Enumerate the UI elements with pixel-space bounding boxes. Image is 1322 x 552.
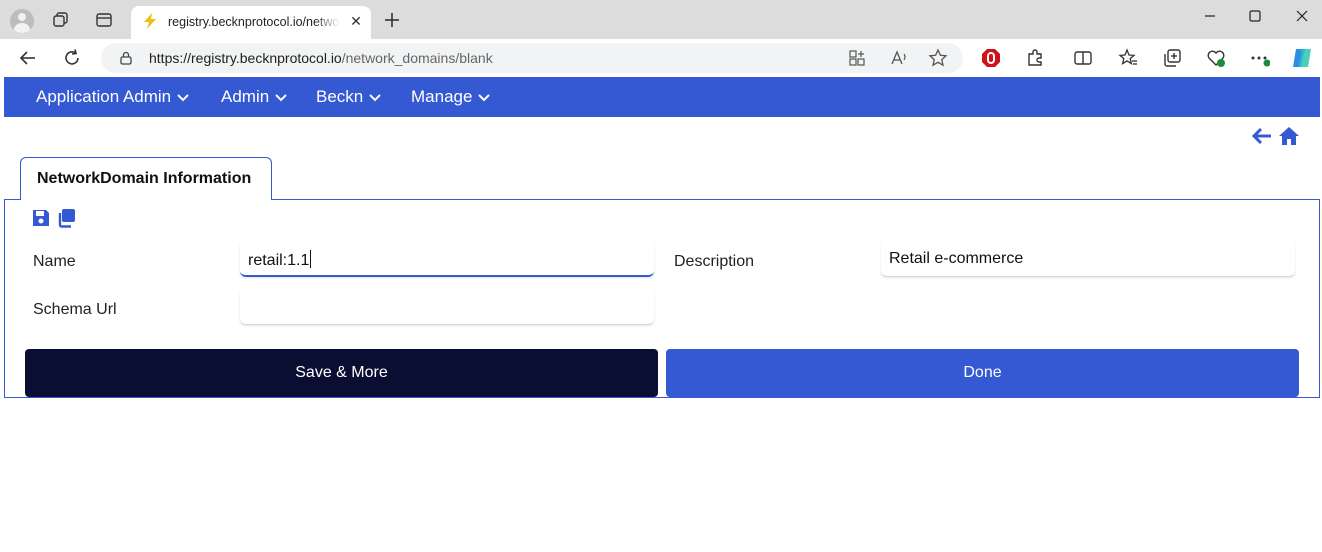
chevron-down-icon <box>177 93 189 101</box>
nav-label: Manage <box>411 87 473 106</box>
app-navbar: Application Admin Admin Beckn Manage <box>4 77 1320 117</box>
tab-actions-icon[interactable] <box>95 11 113 29</box>
schema-url-input[interactable] <box>240 287 654 325</box>
url-host: https://registry.becknprotocol.io <box>149 50 342 66</box>
done-button[interactable]: Done <box>666 349 1299 397</box>
window-close-icon[interactable] <box>1292 6 1312 26</box>
chevron-down-icon <box>369 93 381 101</box>
name-value: retail:1.1 <box>248 250 312 270</box>
nav-label: Beckn <box>316 87 364 106</box>
read-aloud-icon[interactable] <box>889 48 909 68</box>
name-label: Name <box>33 253 76 270</box>
minimize-icon[interactable] <box>1200 6 1220 26</box>
save-icon[interactable] <box>31 208 51 228</box>
tab-networkdomain-information[interactable]: NetworkDomain Information <box>20 157 272 200</box>
chevron-down-icon <box>275 93 287 101</box>
favorites-icon[interactable] <box>1118 48 1138 68</box>
tab-title: registry.becknprotocol.io/network_domain… <box>168 15 340 29</box>
split-screen-icon[interactable] <box>1073 48 1093 68</box>
browser-tabstrip: registry.becknprotocol.io/network_domain… <box>0 0 1322 39</box>
url-path: /network_domains/blank <box>341 50 493 66</box>
new-tab-icon[interactable] <box>383 11 401 29</box>
back-icon[interactable] <box>18 48 38 68</box>
arrow-left-icon[interactable] <box>1251 126 1273 146</box>
favorite-star-icon[interactable] <box>928 48 948 68</box>
adblock-extension-icon[interactable] <box>981 48 1001 68</box>
nav-manage[interactable]: Manage <box>411 77 491 117</box>
schema-url-label: Schema Url <box>33 301 117 318</box>
collections-icon[interactable] <box>1162 48 1182 68</box>
browser-essentials-icon[interactable] <box>1206 48 1226 68</box>
home-icon[interactable] <box>1278 126 1300 146</box>
app-available-icon[interactable] <box>847 48 867 68</box>
browser-toolbar: https://registry.becknprotocol.io/networ… <box>0 39 1322 77</box>
address-bar[interactable]: https://registry.becknprotocol.io/networ… <box>101 43 963 73</box>
extensions-puzzle-icon[interactable] <box>1025 48 1045 68</box>
nav-application-admin[interactable]: Application Admin <box>36 77 189 117</box>
text-caret <box>310 250 312 268</box>
browser-tab[interactable]: registry.becknprotocol.io/network_domain… <box>131 6 371 39</box>
save-and-more-button[interactable]: Save & More <box>25 349 658 397</box>
refresh-icon[interactable] <box>62 48 82 68</box>
nav-label: Admin <box>221 87 270 106</box>
nav-label: Application Admin <box>36 87 172 106</box>
more-options-icon[interactable] <box>1250 48 1270 68</box>
copilot-icon[interactable] <box>1290 46 1314 70</box>
workspaces-icon[interactable] <box>52 11 70 29</box>
nav-beckn[interactable]: Beckn <box>316 77 381 117</box>
name-value-text: retail:1.1 <box>248 252 310 269</box>
chevron-down-icon <box>478 93 491 101</box>
lock-icon[interactable] <box>119 51 133 65</box>
url-text[interactable]: https://registry.becknprotocol.io/networ… <box>149 50 493 66</box>
nav-admin[interactable]: Admin <box>221 77 287 117</box>
description-value: Retail e-commerce <box>889 250 1024 267</box>
maximize-icon[interactable] <box>1245 6 1265 26</box>
copy-icon[interactable] <box>56 208 76 228</box>
profile-avatar-icon[interactable] <box>10 9 34 33</box>
description-input[interactable]: Retail e-commerce <box>881 239 1295 277</box>
lightning-favicon-icon <box>144 13 156 29</box>
description-label: Description <box>674 253 755 270</box>
tab-close-icon[interactable]: ✕ <box>349 14 363 28</box>
tab-label: NetworkDomain Information <box>37 170 252 187</box>
name-input[interactable]: retail:1.1 <box>240 239 654 277</box>
